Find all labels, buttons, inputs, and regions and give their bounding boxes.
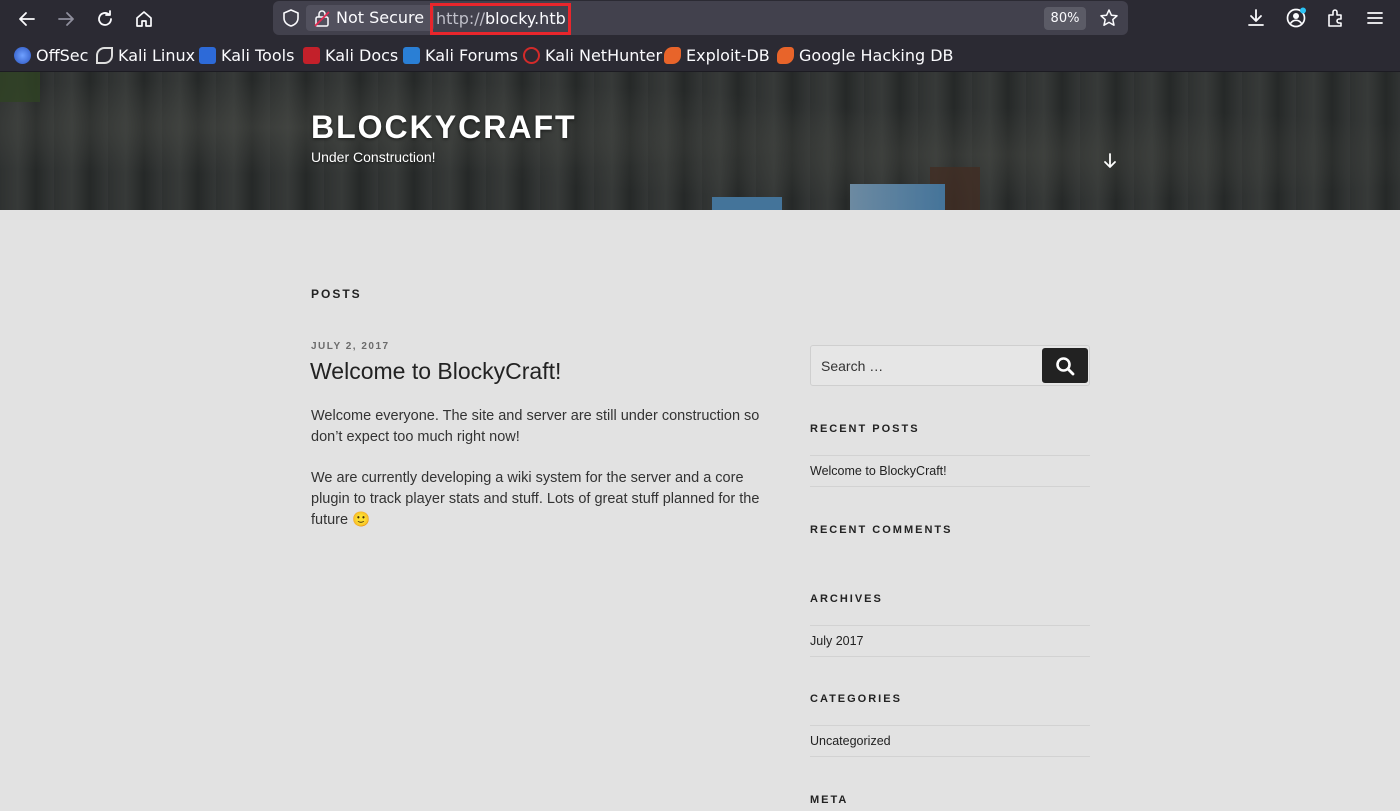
site-title[interactable]: BLOCKYCRAFT [311,109,577,146]
post-date[interactable]: JULY 2, 2017 [311,341,390,352]
recent-comments-title: RECENT COMMENTS [810,524,953,536]
offsec-icon [14,46,31,64]
categories-title: CATEGORIES [810,693,902,705]
url-text[interactable]: http://blocky.htb [436,9,566,28]
bookmark-label: Kali NetHunter [545,45,663,65]
home-icon [136,11,152,27]
archives-title: ARCHIVES [810,593,883,605]
posts-heading: POSTS [311,287,362,301]
arrow-right-icon [58,12,74,26]
bookmark-kali-nethunter[interactable]: Kali NetHunter [523,45,662,65]
header-overlay [0,72,1400,210]
reload-icon [98,10,112,26]
url-host: blocky.htb [485,9,566,28]
address-bar[interactable]: Not Secure http://blocky.htb 80% [273,1,1128,35]
forward-button[interactable] [52,5,80,33]
post-title[interactable]: Welcome to BlockyCraft! [310,358,561,385]
insecure-lock-icon [314,10,330,27]
account-icon[interactable] [1285,7,1307,29]
arrow-down-icon[interactable] [1101,152,1119,170]
exploitdb-icon [664,46,681,64]
site-header: BLOCKYCRAFT Under Construction! [0,72,1400,210]
bookmark-kali-tools[interactable]: Kali Tools [199,45,294,65]
menu-icon[interactable] [1364,7,1386,29]
search-button[interactable] [1042,348,1088,383]
zoom-indicator[interactable]: 80% [1044,7,1086,30]
bookmark-exploit-db[interactable]: Exploit-DB [664,45,770,65]
kali-dragon-icon [96,46,113,64]
downloads-icon[interactable] [1245,7,1267,29]
bookmark-label: Exploit-DB [686,45,770,65]
browser-toolbar: Not Secure http://blocky.htb 80% [0,0,1400,38]
bookmark-offsec[interactable]: OffSec [14,45,88,65]
ghdb-icon [777,46,794,64]
recent-posts-title: RECENT POSTS [810,423,920,435]
bookmark-kali-forums[interactable]: Kali Forums [403,45,518,65]
not-secure-indicator[interactable]: Not Secure [306,5,435,31]
search-form [810,345,1090,386]
home-button[interactable] [130,5,158,33]
bookmark-label: OffSec [36,45,89,65]
not-secure-label: Not Secure [336,8,425,27]
arrow-left-icon [19,12,35,26]
post-paragraph: We are currently developing a wiki syste… [311,470,760,528]
site-description: Under Construction! [311,149,436,165]
bookmark-kali-linux[interactable]: Kali Linux [96,45,195,65]
bookmarks-toolbar: OffSec Kali Linux Kali Tools Kali Docs K… [0,38,1400,72]
bookmark-label: Kali Forums [425,45,519,65]
kali-docs-icon [303,46,320,64]
category-link[interactable]: Uncategorized [810,725,1090,757]
post-paragraph: Welcome everyone. The site and server ar… [311,408,760,445]
search-input[interactable] [811,346,1041,385]
bookmark-google-hacking-db[interactable]: Google Hacking DB [777,45,954,65]
bookmark-label: Kali Tools [221,45,295,65]
back-button[interactable] [13,5,41,33]
kali-tools-icon [199,46,216,64]
kali-forums-icon [403,46,420,64]
url-protocol: http:// [436,9,486,28]
bookmark-label: Google Hacking DB [799,45,954,65]
bookmark-kali-docs[interactable]: Kali Docs [303,45,398,65]
nethunter-icon [523,46,540,64]
reload-button[interactable] [91,5,119,33]
tracking-shield-icon[interactable] [281,8,301,28]
bookmark-label: Kali Linux [118,45,196,65]
bookmark-star-icon[interactable] [1099,8,1119,28]
extensions-icon[interactable] [1325,7,1347,29]
archive-link[interactable]: July 2017 [810,625,1090,657]
bookmark-label: Kali Docs [325,45,399,65]
search-icon [1056,356,1075,375]
recent-post-link[interactable]: Welcome to BlockyCraft! [810,455,1090,487]
meta-title: META [810,794,849,806]
